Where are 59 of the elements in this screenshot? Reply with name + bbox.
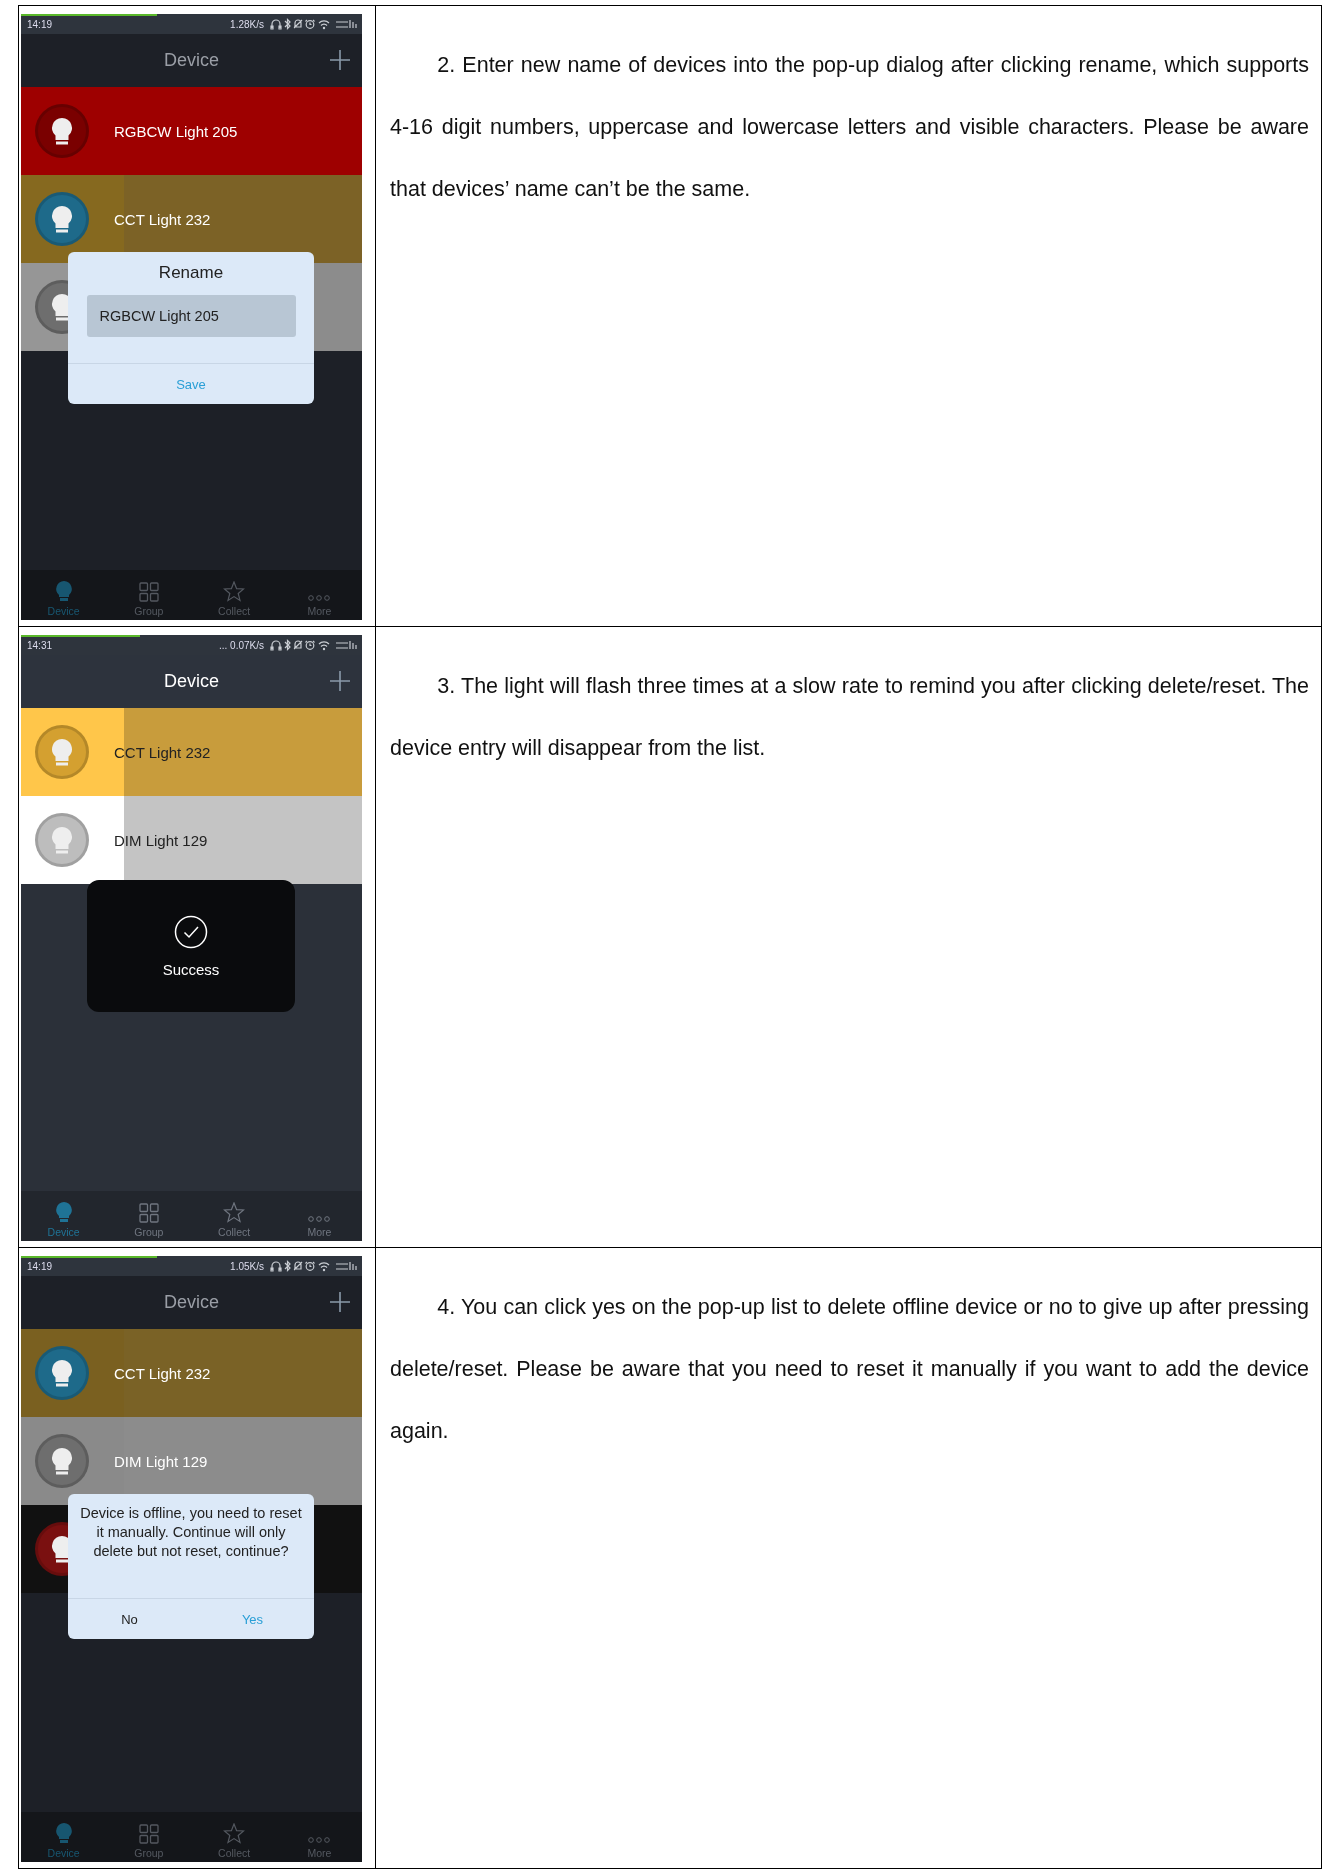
status-time: 14:19 (27, 18, 54, 30)
tab[interactable]: More (276, 1812, 362, 1862)
device-name: DIM Light 129 (114, 831, 208, 849)
name-input[interactable]: RGBCW Light 205 (86, 295, 296, 337)
tab[interactable]: More (276, 570, 362, 620)
tab[interactable]: Group (106, 1812, 192, 1862)
screen-title: Device (164, 671, 219, 692)
device-row[interactable]: CCT Light 232 (21, 1329, 362, 1417)
step-description: 4. You can click yes on the pop-up list to delete offline device or no to give up after pressing delete/reset. Please be aware that you need to reset it manually if you want to add the device again. (390, 1294, 1309, 1445)
device-name: CCT Light 232 (114, 210, 211, 228)
device-name: DIM Light 129 (114, 1452, 208, 1470)
dialog-title: Rename (158, 263, 224, 283)
device-row[interactable]: DIM Light 129 (21, 796, 362, 884)
dialog-button[interactable]: Save (68, 364, 314, 404)
star-icon (223, 581, 246, 602)
tab[interactable]: Collect (191, 1812, 277, 1862)
screen-title: Device (164, 50, 219, 71)
status-time: 14:31 (27, 639, 54, 651)
status-time: 14:19 (27, 1260, 54, 1272)
step-description: 3. The light will flash three times at a slow rate to remind you after clicking delete/reset. The device entry will disappear from the list. (390, 673, 1309, 762)
star-icon (223, 1202, 246, 1223)
grid-icon (138, 1824, 159, 1844)
more-icon (308, 594, 331, 602)
device-row[interactable]: RGBCW Light 205 (21, 87, 362, 175)
dialog-message: Device is offline, you need to reset it manually. Continue will only delete but not reset, continue? (79, 1504, 303, 1561)
dialog-button[interactable]: Yes (191, 1599, 314, 1639)
add-icon[interactable] (330, 671, 350, 691)
grid-icon (138, 1203, 159, 1223)
screen-title: Device (164, 1292, 219, 1313)
network-speed: ... 0.07K/s (218, 639, 264, 651)
dialog-button[interactable]: No (68, 1599, 191, 1639)
light-bulb-icon (53, 1822, 74, 1844)
step-description: 2. Enter new name of devices into the pop-up dialog after clicking rename, which supports 4-16 digit numbers, uppercase and lowercase letters and visible characters. Please be aware that devices’ name can’t be the same. (390, 52, 1309, 203)
grid-icon (138, 582, 159, 602)
more-icon (308, 1215, 331, 1223)
device-name: RGBCW Light 205 (114, 122, 238, 140)
check-icon (174, 914, 208, 949)
toast-message: Success (162, 960, 220, 978)
network-speed: 1.28K/s (230, 18, 264, 30)
network-speed: 1.05K/s (230, 1260, 264, 1272)
device-row[interactable]: CCT Light 232 (21, 708, 362, 796)
light-bulb-icon (53, 580, 74, 602)
add-icon[interactable] (330, 50, 350, 70)
add-icon[interactable] (330, 1292, 350, 1312)
tab[interactable]: Group (106, 570, 192, 620)
tab[interactable]: Device (21, 1191, 107, 1241)
tab[interactable]: More (276, 1191, 362, 1241)
tab[interactable]: Device (21, 1812, 107, 1862)
more-icon (308, 1836, 331, 1844)
tab[interactable]: Collect (191, 570, 277, 620)
tab[interactable]: Device (21, 570, 107, 620)
light-bulb-icon (53, 1201, 74, 1223)
device-row[interactable]: CCT Light 232 (21, 175, 362, 263)
device-name: CCT Light 232 (114, 743, 211, 761)
device-row[interactable]: DIM Light 129 (21, 1417, 362, 1505)
tab[interactable]: Collect (191, 1191, 277, 1241)
device-name: CCT Light 232 (114, 1364, 211, 1382)
star-icon (223, 1823, 246, 1844)
tab[interactable]: Group (106, 1191, 192, 1241)
